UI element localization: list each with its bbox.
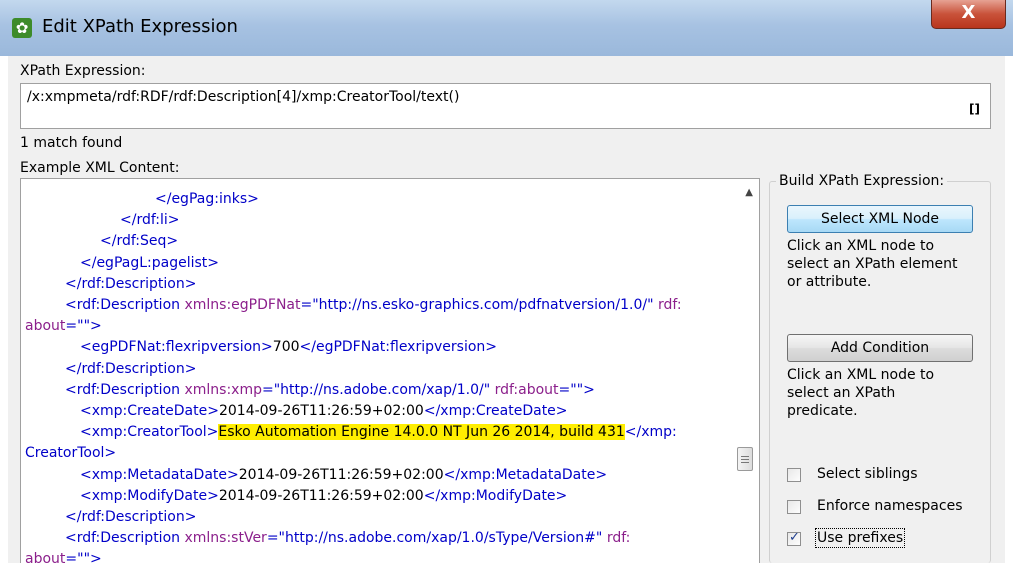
xml-tag: <rdf:Description (65, 381, 185, 398)
xml-line[interactable]: <xmp:MetadataDate>2014-09-26T11:26:59+02… (80, 467, 607, 483)
xml-tag: ="http://ns.adobe.com/xap/1.0/" (261, 381, 495, 398)
xml-line[interactable]: <rdf:Description xmlns:stVer="http://ns.… (65, 530, 630, 546)
xml-line[interactable]: </egPagL:pagelist> (80, 255, 219, 271)
xml-tag: </egPagL:pagelist> (80, 254, 220, 271)
help-line: select an XPath element (787, 256, 958, 272)
match-status: 1 match found (20, 135, 123, 151)
xml-line[interactable]: </egPag:inks> (155, 191, 259, 207)
xml-line[interactable]: <xmp:CreateDate>2014-09-26T11:26:59+02:0… (80, 403, 568, 419)
xml-attribute: rdf:about (494, 381, 559, 398)
app-gear-icon: ✿ (12, 18, 32, 38)
checkbox-box[interactable]: ✓ (787, 530, 801, 546)
xml-attribute: about (25, 318, 66, 335)
xml-tag: </xmp:MetadataDate> (443, 466, 608, 483)
xml-tag: </xmp:ModifyDate> (423, 487, 568, 504)
checkbox-label: Enforce namespaces (817, 498, 963, 514)
check-icon: ✓ (789, 530, 800, 545)
title-bar: ✿ Edit XPath Expression X (0, 0, 1013, 56)
xml-attribute: xmlns:egPDFNat (184, 297, 301, 313)
scrollbar-thumb[interactable] (737, 447, 753, 471)
xml-tag: </xmp:CreateDate> (423, 403, 568, 419)
help-line: predicate. (787, 403, 858, 419)
xml-tag: =""> (558, 381, 595, 398)
xml-line[interactable]: CreatorTool> (25, 445, 116, 461)
xml-line[interactable]: </rdf:li> (120, 212, 180, 228)
xml-line[interactable]: </rdf:Description> (65, 509, 196, 525)
brackets-button[interactable]: [] (969, 102, 980, 116)
matched-text: Esko Automation Engine 14.0.0 NT Jun 26 … (218, 424, 625, 441)
xml-tag: </rdf:Description> (65, 509, 197, 525)
xml-tag: </egPag:inks> (155, 191, 259, 207)
xml-tag: <xmp:CreatorTool> (80, 424, 219, 441)
xml-tag: <rdf:Description (65, 297, 185, 313)
xml-tag: <xmp:ModifyDate> (80, 487, 219, 504)
xml-line[interactable]: </rdf:Description> (65, 276, 196, 292)
xml-content-label: Example XML Content: (20, 160, 180, 176)
xpath-input[interactable]: /x:xmpmeta/rdf:RDF/rdf:Description[4]/xm… (20, 83, 991, 129)
xml-attribute: xmlns:xmp (184, 381, 262, 398)
help-line: select an XPath (787, 385, 896, 401)
help-line: Click an XML node to (787, 238, 935, 254)
xml-text: 2014-09-26T11:26:59+02:00 (238, 466, 444, 483)
xpath-label: XPath Expression: (20, 63, 146, 79)
checkbox-label: Select siblings (817, 466, 918, 482)
xml-attribute: rdf: (658, 297, 682, 313)
xml-tag: =""> (65, 551, 102, 563)
xml-attribute: about (25, 551, 66, 563)
xml-tag: </egPDFNat:flexripversion> (299, 339, 498, 356)
xml-tag: <rdf:Description (65, 530, 185, 547)
xml-line[interactable]: <rdf:Description xmlns:egPDFNat="http://… (65, 297, 682, 313)
build-xpath-title: Build XPath Expression: (776, 173, 948, 189)
select-xml-node-button[interactable]: Select XML Node (787, 205, 973, 233)
xml-tag: ="http://ns.esko-graphics.com/pdfnatvers… (300, 297, 658, 313)
xml-tag: <xmp:CreateDate> (80, 403, 219, 419)
xml-tag: <egPDFNat:flexripversion> (80, 339, 273, 356)
xml-attribute: rdf: (606, 530, 631, 547)
xml-tag: </rdf:Description> (65, 360, 197, 377)
xml-attribute: xmlns:stVer (184, 530, 267, 547)
xml-tag: </xmp: (624, 424, 677, 441)
checkbox-box[interactable] (787, 500, 801, 514)
xml-content-view[interactable]: ▲ </egPag:inks> </rdf:li> </rdf:Seq> </egPa… (20, 178, 760, 563)
xml-tag: </rdf:li> (120, 212, 180, 229)
xpath-value: /x:xmpmeta/rdf:RDF/rdf:Description[4]/xm… (27, 89, 460, 105)
xml-line[interactable]: about=""> (25, 551, 102, 563)
add-condition-button[interactable]: Add Condition (787, 334, 973, 362)
scroll-up-arrow-icon[interactable]: ▲ (745, 187, 753, 198)
xml-text: 2014-09-26T11:26:59+02:00 (218, 403, 424, 419)
close-button[interactable]: X (931, 0, 1006, 29)
xml-tag: CreatorTool> (25, 445, 117, 462)
checkbox-box[interactable] (787, 468, 801, 482)
xml-line[interactable]: <egPDFNat:flexripversion>700</egPDFNat:f… (80, 339, 497, 355)
xml-line[interactable]: <rdf:Description xmlns:xmp="http://ns.ad… (65, 382, 595, 398)
checkbox-label: Use prefixes (814, 528, 906, 548)
help-line: or attribute. (787, 274, 872, 290)
add-condition-help-text: Click an XML node to select an XPath predi… (787, 366, 987, 420)
xml-tag: </rdf:Description> (65, 275, 197, 292)
xml-text: 2014-09-26T11:26:59+02:00 (218, 487, 424, 504)
window-title: Edit XPath Expression (42, 16, 238, 37)
xml-line[interactable]: </rdf:Description> (65, 361, 196, 377)
xml-tag: =""> (65, 318, 102, 335)
xml-line[interactable]: </rdf:Seq> (100, 233, 178, 249)
select-node-help-text: Click an XML node to select an XPath elem… (787, 237, 987, 291)
xml-line[interactable]: about=""> (25, 318, 102, 334)
xml-tag: </rdf:Seq> (100, 233, 179, 250)
xml-line[interactable]: <xmp:ModifyDate>2014-09-26T11:26:59+02:0… (80, 488, 567, 504)
help-line: Click an XML node to (787, 367, 935, 383)
xml-tag: ="http://ns.adobe.com/xap/1.0/sType/Vers… (266, 530, 607, 547)
xml-tag: <xmp:MetadataDate> (80, 466, 239, 483)
xml-text: 700 (272, 339, 300, 356)
xml-line[interactable]: <xmp:CreatorTool>Esko Automation Engine … (80, 424, 677, 441)
